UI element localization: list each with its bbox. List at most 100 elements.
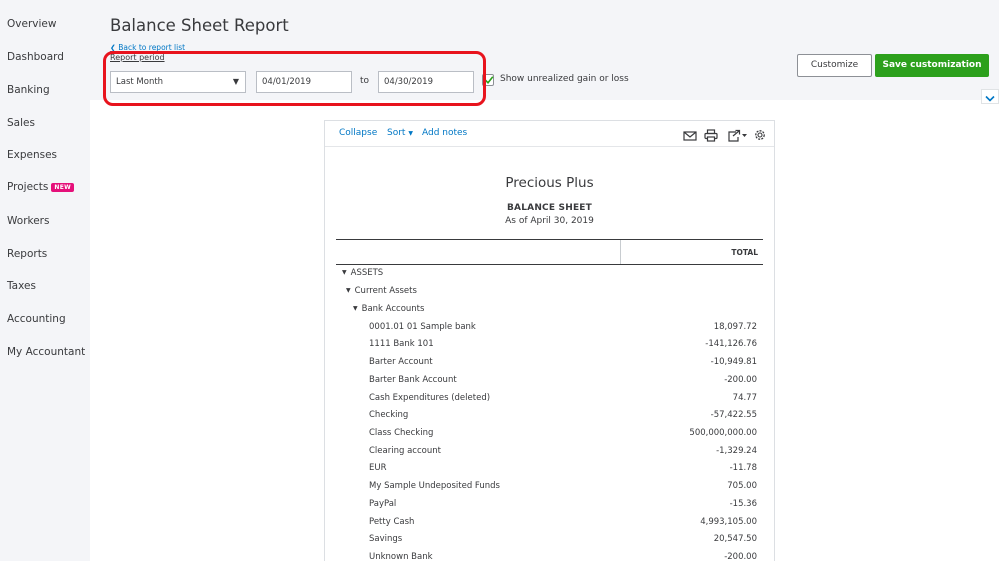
table-row: Class Checking 500,000,000.00 [325, 428, 774, 444]
column-divider [620, 240, 621, 264]
column-header-total[interactable]: TOTAL [731, 248, 758, 257]
chevron-down-icon [985, 95, 995, 102]
account-amount[interactable]: -15.36 [730, 499, 757, 509]
from-date-input[interactable]: 04/01/2019 [256, 71, 352, 93]
account-amount[interactable]: -57,422.55 [711, 410, 757, 420]
add-notes-link[interactable]: Add notes [422, 128, 467, 138]
account-amount[interactable]: 705.00 [727, 481, 757, 491]
email-icon[interactable] [683, 127, 699, 141]
sidebar-item-projects[interactable]: Projects NEW [7, 181, 75, 193]
account-amount[interactable]: -10,949.81 [711, 357, 757, 367]
sidebar-item-banking[interactable]: Banking [7, 84, 50, 96]
report-period-label: Report period [110, 53, 165, 62]
account-name[interactable]: Unknown Bank [369, 552, 433, 561]
caret-down-icon: ▼ [408, 130, 413, 137]
table-row: 0001.01 01 Sample bank 18,097.72 [325, 322, 774, 338]
section-label: Current Assets [354, 286, 417, 296]
sidebar: Overview Dashboard Banking Sales Expense… [0, 0, 90, 561]
table-row: Petty Cash 4,993,105.00 [325, 517, 774, 533]
column-header: TOTAL [336, 239, 763, 265]
account-name[interactable]: Savings [369, 534, 402, 544]
account-amount[interactable]: 20,547.50 [714, 534, 757, 544]
sidebar-item-accounting[interactable]: Accounting [7, 313, 66, 325]
to-label: to [360, 76, 370, 86]
page-title: Balance Sheet Report [110, 16, 289, 35]
chevron-left-icon: ❮ [110, 44, 116, 52]
account-amount[interactable]: -141,126.76 [705, 339, 757, 349]
sort-label: Sort [387, 128, 406, 138]
section-assets[interactable]: ▼ ASSETS [325, 268, 774, 284]
sidebar-item-overview[interactable]: Overview [7, 18, 56, 30]
caret-down-icon: ▼ [346, 287, 351, 294]
sidebar-item-expenses[interactable]: Expenses [7, 149, 57, 161]
account-amount[interactable]: -1,329.24 [716, 446, 757, 456]
new-badge: NEW [51, 183, 75, 192]
sidebar-item-reports[interactable]: Reports [7, 248, 47, 260]
table-row: Checking -57,422.55 [325, 410, 774, 426]
account-amount[interactable]: 74.77 [733, 393, 757, 403]
table-row: Savings 20,547.50 [325, 534, 774, 550]
save-customization-button[interactable]: Save customization [875, 54, 989, 77]
collapse-link[interactable]: Collapse [339, 128, 377, 138]
report-toolbar: Collapse Sort ▼ Add notes [325, 121, 774, 147]
unrealized-gain-label: Show unrealized gain or loss [500, 74, 629, 84]
checkmark-icon [484, 76, 494, 85]
report-panel: Collapse Sort ▼ Add notes Precious Plus … [324, 120, 775, 561]
table-row: PayPal -15.36 [325, 499, 774, 515]
table-row: Unknown Bank -200.00 [325, 552, 774, 561]
account-name[interactable]: Cash Expenditures (deleted) [369, 393, 490, 403]
account-name[interactable]: PayPal [369, 499, 396, 509]
table-row: EUR -11.78 [325, 463, 774, 479]
account-name[interactable]: Barter Bank Account [369, 375, 457, 385]
back-link-label: Back to report list [118, 43, 186, 52]
sidebar-item-my-accountant[interactable]: My Accountant [7, 346, 85, 358]
section-label: Bank Accounts [361, 304, 425, 314]
to-date-input[interactable]: 04/30/2019 [378, 71, 474, 93]
account-name[interactable]: 1111 Bank 101 [369, 339, 434, 349]
sidebar-item-dashboard[interactable]: Dashboard [7, 51, 64, 63]
table-row: Cash Expenditures (deleted) 74.77 [325, 393, 774, 409]
account-amount[interactable]: 18,097.72 [714, 322, 757, 332]
account-name[interactable]: EUR [369, 463, 387, 473]
table-row: 1111 Bank 101 -141,126.76 [325, 339, 774, 355]
caret-down-icon: ▼ [353, 305, 358, 312]
report-period-value: Last Month [116, 77, 164, 87]
collapse-header-toggle[interactable] [981, 89, 999, 104]
sort-dropdown[interactable]: Sort ▼ [387, 128, 413, 138]
export-icon[interactable] [727, 127, 749, 142]
table-row: Clearing account -1,329.24 [325, 446, 774, 462]
account-amount[interactable]: 4,993,105.00 [700, 517, 757, 527]
settings-icon[interactable] [753, 127, 769, 141]
company-name: Precious Plus [505, 175, 594, 191]
report-period-select[interactable]: Last Month ▼ [110, 71, 246, 93]
back-to-report-list-link[interactable]: ❮ Back to report list [110, 43, 185, 52]
account-name[interactable]: Checking [369, 410, 408, 420]
section-bank-accounts[interactable]: ▼ Bank Accounts [325, 304, 774, 320]
account-name[interactable]: Clearing account [369, 446, 441, 456]
caret-down-icon: ▼ [342, 269, 347, 276]
account-amount[interactable]: 500,000,000.00 [689, 428, 757, 438]
customize-button[interactable]: Customize [797, 54, 872, 77]
sidebar-item-taxes[interactable]: Taxes [7, 280, 36, 292]
print-icon[interactable] [704, 127, 720, 142]
account-name[interactable]: 0001.01 01 Sample bank [369, 322, 476, 332]
sidebar-item-workers[interactable]: Workers [7, 215, 49, 227]
account-name[interactable]: Barter Account [369, 357, 433, 367]
section-label: ASSETS [350, 268, 384, 278]
report-title: BALANCE SHEET [507, 203, 592, 213]
table-row: Barter Account -10,949.81 [325, 357, 774, 373]
account-name[interactable]: Petty Cash [369, 517, 414, 527]
unrealized-gain-checkbox[interactable] [482, 74, 494, 86]
table-row: My Sample Undeposited Funds 705.00 [325, 481, 774, 497]
sidebar-item-sales[interactable]: Sales [7, 117, 35, 129]
account-name[interactable]: My Sample Undeposited Funds [369, 481, 500, 491]
table-row: Barter Bank Account -200.00 [325, 375, 774, 391]
caret-down-icon: ▼ [232, 77, 239, 86]
report-date: As of April 30, 2019 [505, 216, 594, 226]
account-amount[interactable]: -11.78 [730, 463, 757, 473]
account-name[interactable]: Class Checking [369, 428, 433, 438]
account-amount[interactable]: -200.00 [724, 552, 757, 561]
sidebar-item-label: Projects [7, 181, 49, 193]
account-amount[interactable]: -200.00 [724, 375, 757, 385]
section-current-assets[interactable]: ▼ Current Assets [325, 286, 774, 302]
